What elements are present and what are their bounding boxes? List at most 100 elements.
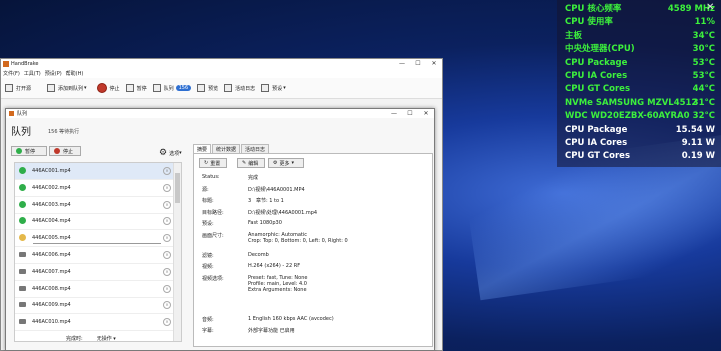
summary-value: Decomb	[248, 251, 269, 258]
pause-queue-button[interactable]: 暂停	[11, 146, 47, 156]
queue-item-name: 446AC010.mp4	[32, 319, 71, 326]
summary-key: 标题:	[202, 198, 214, 204]
queue-button[interactable]: 队列 156	[152, 84, 192, 92]
osd-label: CPU IA Cores	[565, 71, 628, 81]
chevron-down-icon[interactable]: ▾	[283, 85, 286, 91]
queue-item[interactable]: 446AC005.mp4 ×	[15, 230, 173, 248]
osd-label: CPU Package	[565, 57, 628, 68]
maximize-icon[interactable]: ☐	[410, 59, 426, 69]
maximize-icon[interactable]: ☐	[402, 109, 418, 119]
remove-icon[interactable]: ×	[163, 267, 171, 276]
queue-item[interactable]: 446AC004.mp4 ×	[15, 213, 173, 231]
pause-queue-label: 暂停	[25, 148, 36, 155]
when-done-label: 完成时:	[66, 336, 83, 342]
queue-item[interactable]: 446AC008.mp4 ×	[15, 281, 173, 298]
queue-label: 队列	[163, 85, 174, 92]
close-icon[interactable]: ✕	[706, 2, 718, 14]
remove-icon[interactable]: ×	[163, 284, 171, 293]
close-window-icon[interactable]: ✕	[426, 59, 442, 69]
queue-item[interactable]: 446AC006.mp4 ×	[15, 247, 173, 264]
queue-window-icon	[9, 111, 14, 116]
chevron-down-icon[interactable]: ▾	[84, 85, 87, 91]
remove-icon[interactable]: ×	[163, 251, 171, 259]
remove-icon[interactable]: ×	[163, 301, 171, 310]
remove-icon[interactable]: ×	[163, 200, 171, 209]
osd-value: 11%	[694, 17, 715, 28]
remove-icon[interactable]: ×	[163, 234, 171, 243]
edit-button[interactable]: ✎ 编辑	[237, 158, 265, 168]
pending-icon	[19, 319, 26, 325]
pause-button[interactable]: 暂停	[125, 84, 147, 92]
preview-button[interactable]: 预览	[197, 84, 218, 92]
minimize-icon[interactable]: —	[394, 59, 410, 69]
presets-icon	[261, 84, 270, 92]
osd-value: 53°C	[692, 71, 715, 81]
queue-item[interactable]: 446AC002.mp4 ×	[15, 180, 173, 197]
summary-value: 外部字幕功能 已启用	[248, 328, 295, 334]
queue-footer: 完成时: 无操作 ▾	[66, 335, 116, 342]
stop-queue-button[interactable]: 停止	[49, 146, 81, 156]
osd-label: WDC WD20EZBX-60AYRA0	[565, 111, 690, 122]
reset-label: 重置	[210, 160, 221, 167]
osd-label: CPU Package	[565, 124, 628, 135]
pause-label: 暂停	[136, 85, 147, 92]
menu-help[interactable]: 帮助(H)	[66, 70, 84, 77]
queue-item-name: 446AC009.mp4	[32, 302, 71, 309]
queue-item-name: 446AC005.mp4	[32, 235, 71, 242]
add-to-queue-button[interactable]: 添加到队列 ▾	[47, 84, 87, 92]
more-label: 更多	[279, 160, 290, 167]
summary-key: 画面尺寸:	[202, 232, 224, 239]
pending-icon	[19, 252, 26, 257]
queue-item-name: 446AC007.mp4	[32, 268, 71, 275]
remove-icon[interactable]: ×	[163, 167, 171, 175]
summary-value: 1 English 160 kbps AAC (avcodec)	[248, 315, 334, 322]
summary-value: Preset: fast, Tune: None Profile: main, …	[248, 274, 308, 293]
presets-button[interactable]: 预设 ▾	[261, 84, 286, 92]
queue-item-name: 446AC004.mp4	[32, 218, 71, 225]
queue-item[interactable]: 446AC003.mp4 ×	[15, 197, 173, 214]
osd-value: 31°C	[692, 97, 715, 108]
more-button[interactable]: ⚙ 更多 ▾	[268, 158, 304, 168]
menu-file[interactable]: 文件(F)	[3, 70, 20, 77]
menu-presets[interactable]: 预设(P)	[45, 70, 62, 77]
summary-value: Fast 1080p30	[248, 220, 282, 226]
stop-button[interactable]: 停止	[96, 83, 120, 93]
summary-value: 3 章节: 1 to 1	[248, 198, 284, 204]
summary-value: H.264 (x264) - 22 RF	[248, 263, 301, 269]
summary-key: 字幕:	[202, 328, 214, 334]
menu-tools[interactable]: 工具(T)	[24, 70, 41, 77]
open-source-label: 打开源	[16, 85, 32, 92]
osd-value: 30°C	[692, 44, 715, 55]
remove-icon[interactable]: ×	[163, 183, 171, 192]
when-done-select[interactable]: 无操作 ▾	[97, 335, 116, 342]
toolbar: 打开源 添加到队列 ▾ 停止 暂停 队列 156 预览 活动日志 预设 ▾	[1, 78, 442, 99]
minimize-icon[interactable]: —	[386, 109, 402, 119]
open-source-button[interactable]: 打开源	[5, 84, 31, 92]
folder-icon	[5, 84, 13, 92]
queue-item[interactable]: 446AC007.mp4 ×	[15, 264, 173, 281]
osd-label: CPU IA Cores	[565, 138, 628, 148]
reset-button[interactable]: ↻ 重置	[199, 158, 227, 168]
edit-label: 编辑	[248, 160, 259, 167]
queue-item-name: 446AC001.mp4	[32, 168, 71, 174]
remove-icon[interactable]: ×	[163, 318, 171, 327]
queue-item[interactable]: 446AC009.mp4 ×	[15, 297, 173, 315]
hardware-monitor-overlay: CPU 核心频率 4589 MHz CPU 使用率 11% 主板 34°C 中央处理器(CP…	[557, 0, 721, 167]
osd-label: CPU 使用率	[565, 17, 613, 28]
osd-row: CPU GT Cores 44°C	[565, 83, 715, 96]
remove-icon[interactable]: ×	[163, 217, 171, 226]
progress-bar	[33, 243, 161, 245]
when-done-value: 无操作	[96, 336, 112, 342]
activity-log-button[interactable]: 活动日志	[224, 84, 255, 92]
queue-item-name: 446AC002.mp4	[32, 184, 71, 191]
reset-icon: ↻	[204, 160, 209, 166]
scrollbar-thumb[interactable]	[175, 173, 180, 203]
close-window-icon[interactable]: ✕	[418, 109, 434, 119]
queue-item[interactable]: 446AC010.mp4 ×	[15, 314, 173, 332]
options-button[interactable]: ⚙ 选项 ▾	[159, 148, 182, 158]
osd-label: CPU GT Cores	[565, 151, 631, 162]
osd-row: 中央处理器(CPU) 30°C	[565, 43, 715, 56]
scrollbar[interactable]	[173, 163, 181, 341]
queue-item[interactable]: 446AC001.mp4 ×	[15, 163, 173, 180]
osd-value: 0.19 W	[681, 151, 715, 162]
